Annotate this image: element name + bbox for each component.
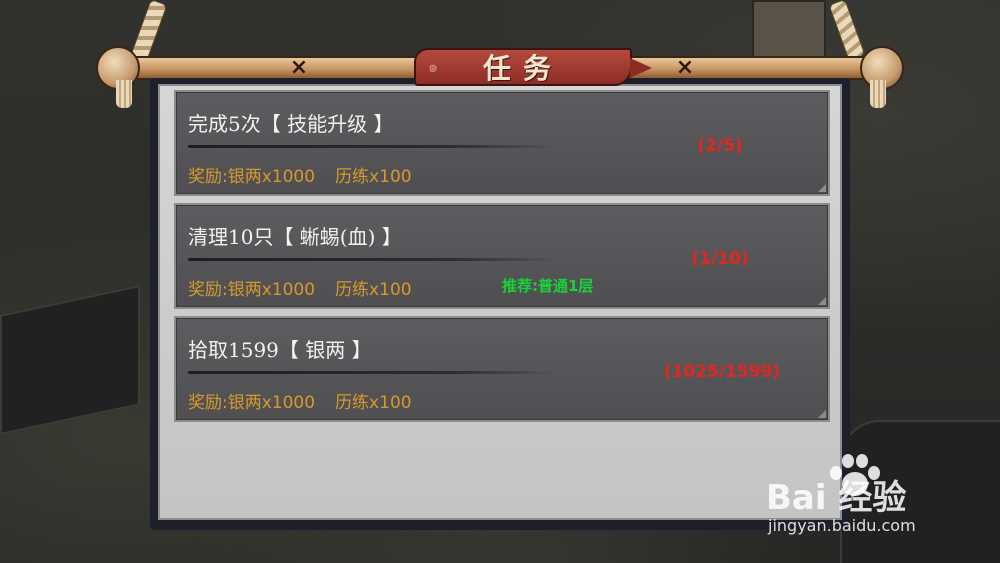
watermark-url: jingyan.baidu.com (768, 516, 916, 535)
task-card[interactable]: 清理10只【 蜥蜴(血) 】 奖励:银两x1000 历练x100 推荐:普通1层 … (174, 203, 830, 309)
reward-exp: 历练x100 (335, 393, 412, 413)
task-reward: 奖励:银两x1000 历练x100 (188, 275, 412, 300)
tassel-icon (870, 80, 886, 108)
task-recommend-link[interactable]: 推荐:普通1层 (502, 275, 593, 296)
watermark-brand: Bai 经验 (766, 478, 907, 518)
task-name: 清理10只【 蜥蜴(血) 】 (188, 225, 402, 249)
swirl-icon: ๑ (428, 57, 439, 76)
task-divider (188, 371, 558, 374)
background-hut (0, 285, 140, 435)
task-reward: 奖励:银两x1000 历练x100 (188, 388, 412, 413)
task-list[interactable]: 完成5次【 技能升级 】 奖励:银两x1000 历练x100 (2/5) 清理10… (158, 84, 842, 520)
reward-silver: 银两x1000 (227, 393, 316, 413)
rope-tie-icon: × (289, 55, 309, 80)
task-reward: 奖励:银两x1000 历练x100 (188, 162, 412, 187)
task-divider (188, 145, 558, 148)
reward-exp: 历练x100 (335, 280, 412, 300)
task-name: 完成5次【 技能升级 】 (188, 112, 394, 136)
reward-label: 奖励: (188, 167, 228, 187)
page-title: 任务 (482, 52, 563, 85)
task-progress: (1025/1599) (663, 362, 781, 382)
task-name: 拾取1599【 银两 】 (188, 338, 372, 362)
reward-exp: 历练x100 (335, 167, 412, 187)
task-divider (188, 258, 558, 261)
reward-silver: 银两x1000 (227, 280, 316, 300)
reward-label: 奖励: (188, 280, 228, 300)
tassel-icon (116, 80, 132, 108)
task-panel: 完成5次【 技能升级 】 奖励:银两x1000 历练x100 (2/5) 清理10… (150, 78, 850, 530)
task-progress: (1/10) (691, 249, 749, 269)
watermark: Bai 经验 jingyan.baidu.com (766, 452, 986, 548)
rope-tie-icon: × (675, 55, 695, 80)
task-card[interactable]: 完成5次【 技能升级 】 奖励:银两x1000 历练x100 (2/5) (174, 90, 830, 196)
reward-silver: 银两x1000 (227, 167, 316, 187)
title-banner: ๑ 任务 (414, 48, 652, 86)
task-card[interactable]: 拾取1599【 银两 】 奖励:银两x1000 历练x100 (1025/1599… (174, 316, 830, 422)
task-progress: (2/5) (697, 136, 743, 156)
reward-label: 奖励: (188, 393, 228, 413)
